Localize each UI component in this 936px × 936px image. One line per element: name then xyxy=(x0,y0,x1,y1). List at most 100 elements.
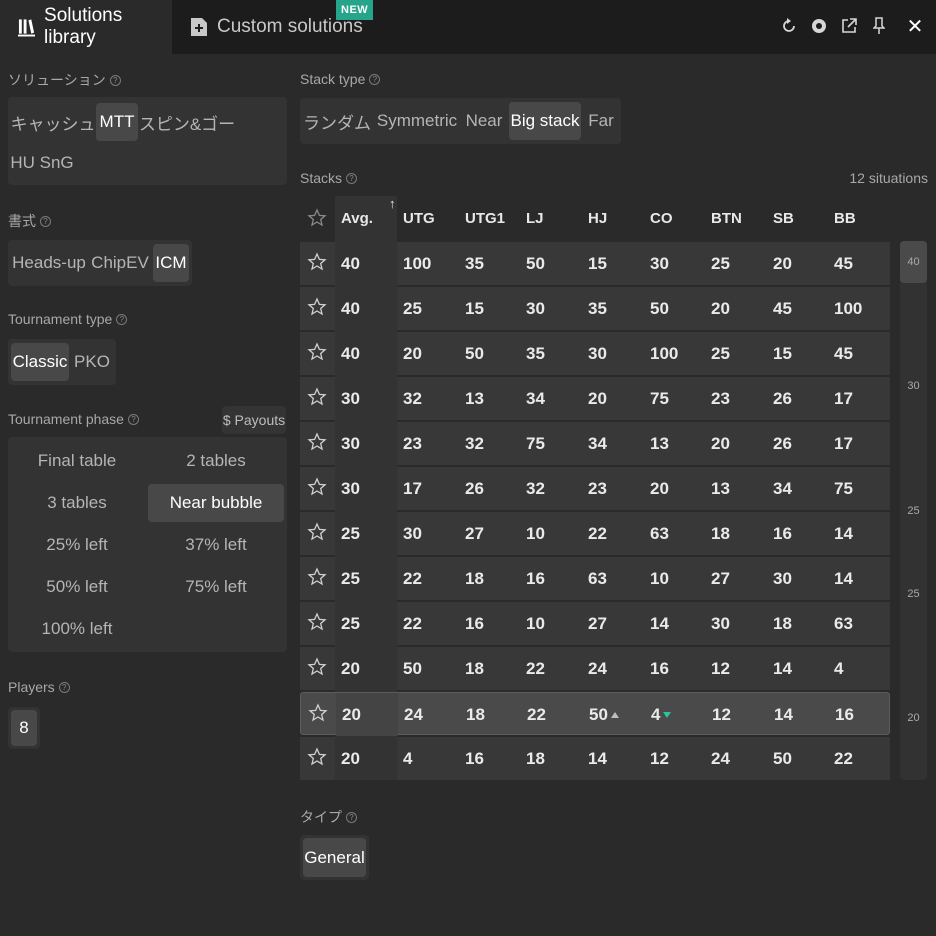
table-row[interactable]: 40 25 15 30 35 50 20 45 100 xyxy=(300,287,890,330)
star-icon[interactable] xyxy=(307,522,327,542)
table-row[interactable]: 25 22 18 16 63 10 27 30 14 xyxy=(300,557,890,600)
stack-type-option-far[interactable]: Far xyxy=(584,102,618,140)
phase-option-37-left[interactable]: 37% left xyxy=(148,526,284,564)
format-option-chipev[interactable]: ChipEV xyxy=(90,244,150,282)
table-cell: 100 xyxy=(403,254,431,274)
star-icon[interactable] xyxy=(307,387,327,407)
column-header-co[interactable]: CO xyxy=(650,210,673,227)
column-header-sb[interactable]: SB xyxy=(773,210,794,227)
star-icon[interactable] xyxy=(307,612,327,632)
table-row[interactable]: 30 17 26 32 23 20 13 34 75 xyxy=(300,467,890,510)
phase-option-50-left[interactable]: 50% left xyxy=(9,568,145,606)
column-header-bb[interactable]: BB xyxy=(834,210,856,227)
phase-option-25-left[interactable]: 25% left xyxy=(9,526,145,564)
column-header-utg[interactable]: UTG xyxy=(403,210,435,227)
table-cell-value: 26 xyxy=(773,434,792,453)
star-icon[interactable] xyxy=(307,252,327,272)
table-cell: 23 xyxy=(711,389,730,409)
table-cell-value: 24 xyxy=(711,749,730,768)
sort-arrow-icon[interactable]: ↑ xyxy=(389,196,396,211)
solution-option-cash[interactable]: キャッシュ xyxy=(11,103,96,141)
table-cell-value: 40 xyxy=(341,299,360,318)
close-icon[interactable]: ✕ xyxy=(894,14,936,38)
column-header-hj[interactable]: HJ xyxy=(588,210,607,227)
stack-type-option-big-stack[interactable]: Big stack xyxy=(509,102,581,140)
table-row[interactable]: 40 100 35 50 15 30 25 20 45 xyxy=(300,242,890,285)
external-link-icon[interactable] xyxy=(834,14,864,38)
stacks-scrollbar[interactable]: 40 30 25 25 20 xyxy=(900,241,927,780)
help-icon[interactable]: ? xyxy=(40,215,51,227)
solution-option-hu-sng[interactable]: HU SnG xyxy=(10,144,73,182)
table-row[interactable]: 25 30 27 10 22 63 18 16 14 xyxy=(300,512,890,555)
column-header-lj[interactable]: LJ xyxy=(526,210,544,227)
help-icon[interactable]: ? xyxy=(346,172,358,184)
table-cell: 18 xyxy=(773,614,792,634)
table-cell-value: 26 xyxy=(773,389,792,408)
help-icon[interactable]: ? xyxy=(369,73,381,85)
pin-icon[interactable] xyxy=(864,14,894,38)
phase-option-final-table[interactable]: Final table xyxy=(9,442,145,480)
help-icon[interactable]: ? xyxy=(109,74,121,86)
window-controls: ✕ xyxy=(774,14,936,38)
table-row[interactable]: 20 4 16 18 14 12 24 50 22 xyxy=(300,737,890,780)
tournament-phase-selector: Final table 2 tables 3 tables Near bubbl… xyxy=(8,437,287,652)
table-row[interactable]: 20 50 18 22 24 16 12 14 4 xyxy=(300,647,890,690)
stack-type-label: Stack type? xyxy=(300,71,381,87)
phase-option-2-tables[interactable]: 2 tables xyxy=(148,442,284,480)
tournament-type-option-pko[interactable]: PKO xyxy=(72,343,112,381)
table-cell-value: 16 xyxy=(650,659,669,678)
table-cell: 27 xyxy=(588,614,607,634)
star-icon[interactable] xyxy=(307,342,327,362)
table-row[interactable]: 30 32 13 34 20 75 23 26 17 xyxy=(300,377,890,420)
eye-icon[interactable] xyxy=(804,14,834,38)
column-header-avg[interactable]: Avg. xyxy=(341,210,373,227)
tournament-type-option-classic[interactable]: Classic xyxy=(11,343,69,381)
table-cell: 10 xyxy=(650,569,669,589)
solution-option-mtt[interactable]: MTT xyxy=(96,103,138,141)
format-option-icm[interactable]: ICM xyxy=(153,244,189,282)
table-row[interactable]: 25 22 16 10 27 14 30 18 63 xyxy=(300,602,890,645)
phase-option-100-left[interactable]: 100% left xyxy=(9,610,145,648)
star-icon[interactable] xyxy=(308,703,328,723)
table-cell-value: 23 xyxy=(403,434,422,453)
table-cell: 15 xyxy=(773,344,792,364)
help-icon[interactable]: ? xyxy=(127,413,139,425)
tab-solutions-library[interactable]: Solutions library xyxy=(0,0,172,54)
format-selector: Heads-up ChipEV ICM xyxy=(8,240,192,286)
star-icon[interactable] xyxy=(307,567,327,587)
payouts-button[interactable]: $ Payouts xyxy=(222,406,286,434)
add-file-icon xyxy=(191,18,207,36)
table-row[interactable]: 30 23 32 75 34 13 20 26 17 xyxy=(300,422,890,465)
type-option-general[interactable]: General xyxy=(303,838,366,877)
table-row[interactable]: 40 20 50 35 30 100 25 15 45 xyxy=(300,332,890,375)
solution-option-spin-go[interactable]: スピン&ゴー xyxy=(139,103,235,141)
table-cell-value: 25 xyxy=(341,569,360,588)
phase-option-3-tables[interactable]: 3 tables xyxy=(9,484,145,522)
phase-option-near-bubble[interactable]: Near bubble xyxy=(148,484,284,522)
help-icon[interactable]: ? xyxy=(58,681,70,693)
star-icon[interactable] xyxy=(307,297,327,317)
table-cell: 10 xyxy=(526,614,545,634)
star-icon[interactable] xyxy=(307,747,327,767)
players-option-8[interactable]: 8 xyxy=(11,710,37,746)
table-cell: 12 xyxy=(711,659,730,679)
table-cell-value: 32 xyxy=(465,434,484,453)
table-cell-value: 4 xyxy=(403,749,413,768)
star-icon[interactable] xyxy=(307,477,327,497)
help-icon[interactable]: ? xyxy=(116,313,128,325)
phase-option-75-left[interactable]: 75% left xyxy=(148,568,284,606)
refresh-icon[interactable] xyxy=(774,14,804,38)
table-cell-value: 10 xyxy=(650,569,669,588)
stack-type-option-random[interactable]: ランダム xyxy=(303,102,371,140)
star-icon[interactable] xyxy=(307,432,327,452)
stack-type-option-near[interactable]: Near xyxy=(463,102,505,140)
star-icon[interactable] xyxy=(307,657,327,677)
format-option-heads-up[interactable]: Heads-up xyxy=(11,244,87,282)
help-icon[interactable]: ? xyxy=(346,811,357,823)
column-header-btn[interactable]: BTN xyxy=(711,210,742,227)
star-icon[interactable] xyxy=(307,208,327,228)
stack-type-option-symmetric[interactable]: Symmetric xyxy=(375,102,459,140)
table-row[interactable]: 20 24 18 22 50 4 12 14 16 xyxy=(300,692,890,736)
table-cell-value: 4 xyxy=(834,659,844,678)
column-header-utg1[interactable]: UTG1 xyxy=(465,210,505,227)
